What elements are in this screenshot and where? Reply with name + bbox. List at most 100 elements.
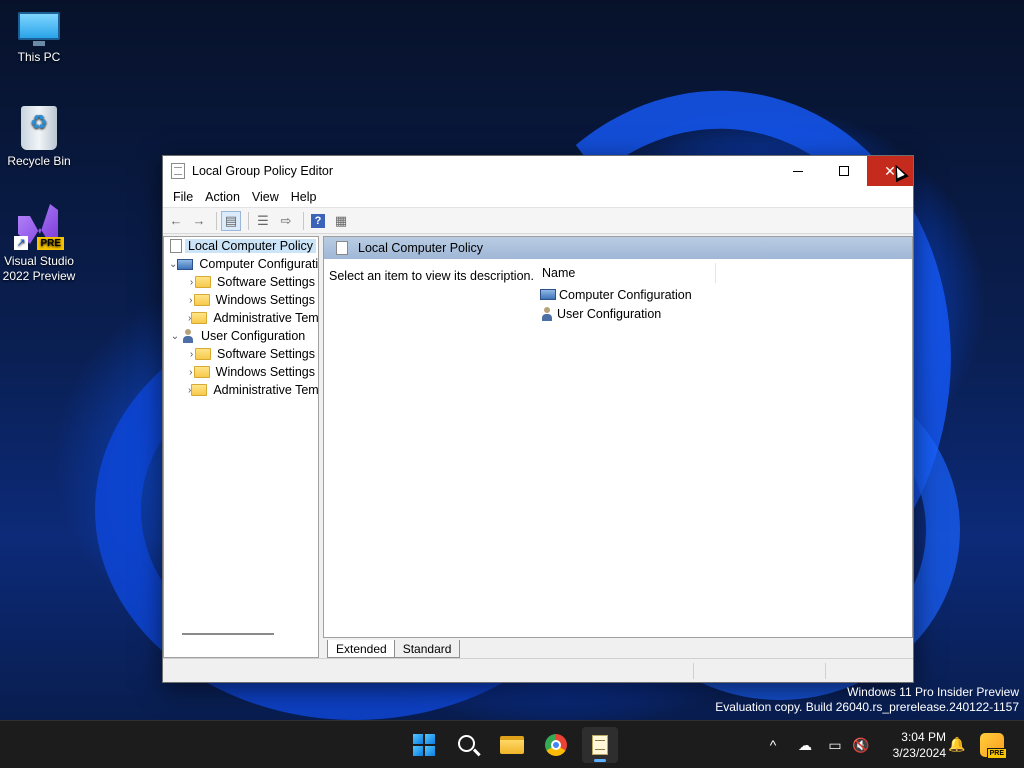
chevron-right-icon[interactable]: ›: [188, 367, 194, 378]
show-hidden-icons-chevron-icon[interactable]: ^: [762, 737, 784, 753]
menu-file[interactable]: File: [167, 190, 199, 204]
list-item-label: User Configuration: [557, 306, 662, 321]
desktop-icon-label: 2022 Preview: [2, 269, 76, 283]
group-policy-editor-window: Local Group Policy Editor ✕ File Action …: [162, 155, 914, 683]
desktop-icon-label: Recycle Bin: [7, 154, 71, 168]
taskbar-chrome[interactable]: [538, 727, 574, 763]
taskbar-file-explorer[interactable]: [494, 727, 530, 763]
forward-arrow-icon: →: [192, 213, 206, 228]
copilot-button[interactable]: PRE: [980, 733, 1007, 759]
tree-item-software-settings[interactable]: › Software Settings: [164, 345, 318, 363]
tab-standard[interactable]: Standard: [393, 640, 461, 658]
show-hide-console-tree-button[interactable]: ▤: [221, 210, 241, 231]
evaluation-watermark: Windows 11 Pro Insider Preview Evaluatio…: [715, 685, 1019, 715]
details-list: Name Computer Configuration User Configu…: [530, 261, 912, 323]
clock-time: 3:04 PM: [901, 730, 946, 744]
recycle-bin-icon: [21, 106, 57, 150]
taskbar-group-policy-editor[interactable]: [582, 727, 618, 763]
view-tabs: Extended Standard: [323, 638, 913, 658]
chevron-down-icon[interactable]: ⌄: [169, 331, 181, 342]
start-button[interactable]: [406, 727, 442, 763]
back-arrow-icon: ←: [169, 213, 183, 228]
search-button[interactable]: [450, 727, 486, 763]
description-text: Select an item to view its description.: [329, 269, 534, 283]
minimize-icon: [793, 170, 803, 172]
details-header: Local Computer Policy: [324, 237, 912, 259]
help-icon: ?: [311, 213, 325, 228]
start-icon: [413, 734, 435, 756]
policy-icon: [336, 241, 348, 255]
tree-item-administrative-templates[interactable]: › Administrative Templates: [164, 381, 318, 399]
tree-item-local-computer-policy[interactable]: Local Computer Policy: [164, 237, 318, 255]
tree-item-label: Administrative Templates: [213, 383, 319, 397]
tree-item-software-settings[interactable]: › Software Settings: [164, 273, 318, 291]
tree-item-label: Software Settings: [217, 347, 315, 361]
policy-icon: [170, 239, 182, 253]
toolbar-separator: [248, 211, 249, 230]
desktop-icon-recycle-bin[interactable]: Recycle Bin: [0, 106, 78, 169]
export-list-button[interactable]: ⇨: [276, 211, 296, 231]
column-divider[interactable]: [715, 263, 716, 283]
menu-view[interactable]: View: [246, 190, 285, 204]
minimize-button[interactable]: [775, 156, 821, 186]
folder-icon: [195, 348, 212, 360]
horizontal-scrollbar[interactable]: [182, 633, 274, 635]
clock-date: 3/23/2024: [892, 746, 946, 760]
chevron-right-icon[interactable]: ›: [188, 349, 195, 360]
title-bar[interactable]: Local Group Policy Editor ✕: [163, 156, 913, 186]
properties-button[interactable]: ☰: [253, 211, 273, 231]
show-hide-action-pane-button[interactable]: ▦: [331, 211, 351, 231]
monitor-icon: [18, 12, 60, 46]
search-icon: [457, 734, 475, 752]
toolbar: ← → ▤ ☰ ⇨ ? ▦: [163, 208, 913, 234]
tree-item-label: Computer Configuration: [199, 257, 319, 271]
folder-icon: [193, 294, 210, 306]
toolbar-separator: [303, 211, 304, 230]
properties-icon: ☰: [257, 212, 269, 228]
status-divider: [693, 663, 694, 679]
folder-icon: [195, 276, 212, 288]
list-item-user-configuration[interactable]: User Configuration: [530, 304, 912, 323]
menu-help[interactable]: Help: [285, 190, 323, 204]
action-pane-icon: ▦: [334, 212, 348, 228]
desktop-icon-this-pc[interactable]: This PC: [0, 12, 78, 65]
tree-item-user-configuration[interactable]: ⌄ User Configuration: [164, 327, 318, 345]
tree-item-administrative-templates[interactable]: › Administrative Templates: [164, 309, 318, 327]
list-item-computer-configuration[interactable]: Computer Configuration: [530, 285, 912, 304]
preview-badge: PRE: [986, 748, 1007, 759]
network-icon[interactable]: ▭: [824, 737, 846, 754]
desktop-icon-visual-studio[interactable]: ↗ PRE Visual Studio 2022 Preview: [0, 204, 78, 284]
tree-item-windows-settings[interactable]: › Windows Settings: [164, 363, 318, 381]
help-button[interactable]: ?: [308, 211, 328, 231]
column-header-name[interactable]: Name: [530, 261, 912, 285]
tab-extended[interactable]: Extended: [327, 640, 396, 658]
notification-bell-icon[interactable]: 🔔: [948, 736, 965, 752]
onedrive-icon[interactable]: ☁: [794, 737, 816, 754]
preview-badge: PRE: [37, 237, 64, 250]
folder-icon: [191, 312, 208, 324]
group-policy-editor-icon: [171, 163, 185, 179]
chevron-right-icon[interactable]: ›: [188, 277, 195, 288]
menu-bar: File Action View Help: [163, 186, 913, 208]
file-explorer-icon: [500, 736, 524, 754]
chevron-down-icon[interactable]: ⌄: [169, 259, 177, 270]
maximize-button[interactable]: [821, 156, 867, 186]
toolbar-separator: [216, 211, 217, 230]
volume-muted-icon[interactable]: 🔇: [850, 737, 872, 754]
console-tree-icon: ▤: [224, 212, 238, 228]
tree-item-computer-configuration[interactable]: ⌄ Computer Configuration: [164, 255, 318, 273]
tree-item-label: User Configuration: [201, 329, 306, 343]
window-title: Local Group Policy Editor: [192, 164, 334, 178]
details-pane: Local Computer Policy Select an item to …: [323, 236, 913, 638]
clock[interactable]: 3:04 PM 3/23/2024: [880, 729, 946, 761]
tree-item-label: Windows Settings: [215, 293, 315, 307]
tree-item-windows-settings[interactable]: › Windows Settings: [164, 291, 318, 309]
status-bar: [163, 658, 913, 682]
back-button[interactable]: ←: [166, 211, 186, 231]
forward-button[interactable]: →: [189, 211, 209, 231]
chevron-right-icon[interactable]: ›: [188, 295, 194, 306]
menu-action[interactable]: Action: [199, 190, 246, 204]
group-policy-editor-icon: [592, 735, 608, 755]
folder-icon: [191, 384, 208, 396]
tree-item-label: Windows Settings: [215, 365, 315, 379]
